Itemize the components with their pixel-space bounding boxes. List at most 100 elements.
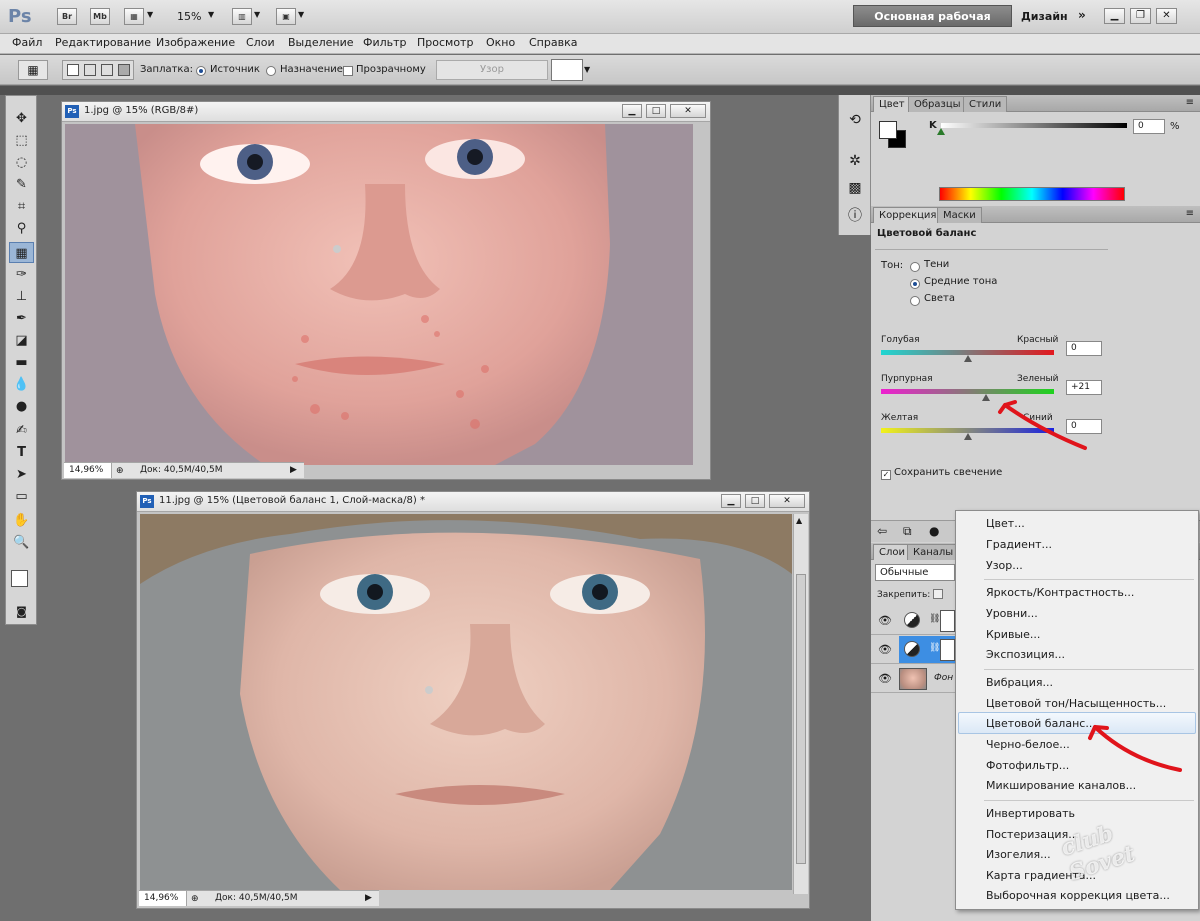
close-button[interactable]: ✕ bbox=[1156, 8, 1177, 24]
lasso-tool-icon[interactable]: ◌ bbox=[9, 152, 34, 173]
midtones-radio[interactable] bbox=[910, 277, 920, 290]
arrange-documents-button[interactable]: ▥ bbox=[232, 8, 252, 25]
return-arrow-icon[interactable]: ⇦ bbox=[877, 524, 887, 538]
pen-tool-icon[interactable]: ✍ bbox=[9, 420, 34, 441]
menu-item-exposure[interactable]: Экспозиция... bbox=[986, 648, 1065, 661]
menu-edit[interactable]: Редактирование bbox=[55, 36, 151, 49]
cyan-red-value[interactable]: 0 bbox=[1066, 341, 1102, 356]
foreground-swatch[interactable] bbox=[879, 121, 897, 139]
shape-tool-icon[interactable]: ▭ bbox=[9, 486, 34, 507]
menu-help[interactable]: Справка bbox=[529, 36, 577, 49]
blend-mode-select[interactable]: Обычные bbox=[875, 564, 955, 581]
k-slider-track[interactable] bbox=[941, 123, 1127, 128]
yellow-blue-thumb[interactable] bbox=[963, 433, 972, 440]
transparent-checkbox[interactable] bbox=[343, 64, 353, 77]
history-brush-tool-icon[interactable]: ✒ bbox=[9, 308, 34, 329]
menu-item-selective-color[interactable]: Выборочная коррекция цвета... bbox=[986, 889, 1170, 902]
chevron-down-icon[interactable]: ▼ bbox=[147, 10, 153, 19]
eye-icon[interactable]: 👁 bbox=[878, 614, 892, 627]
menu-item-curves[interactable]: Кривые... bbox=[986, 628, 1040, 641]
gradient-tool-icon[interactable]: ▬ bbox=[9, 352, 34, 373]
foreground-color-swatch[interactable] bbox=[11, 570, 28, 587]
menu-file[interactable]: Файл bbox=[12, 36, 42, 49]
quick-mask-icon[interactable]: ◙ bbox=[9, 601, 34, 622]
menu-item-levels[interactable]: Уровни... bbox=[986, 607, 1038, 620]
workspace-button[interactable]: Основная рабочая среда bbox=[853, 5, 1012, 45]
tab-masks[interactable]: Маски bbox=[937, 207, 982, 223]
tab-adjustments[interactable]: Коррекция bbox=[873, 207, 943, 223]
chevron-down-icon[interactable]: ▼ bbox=[298, 10, 304, 19]
magenta-green-track[interactable] bbox=[881, 389, 1054, 394]
tab-color[interactable]: Цвет bbox=[873, 96, 911, 112]
layer-row-2[interactable]: 👁 ⛓ bbox=[871, 636, 955, 664]
chevron-down-icon[interactable]: ▼ bbox=[584, 65, 590, 74]
mini-bridge-button[interactable]: Mb bbox=[90, 8, 110, 25]
menu-image[interactable]: Изображение bbox=[156, 36, 235, 49]
menu-item-gradient[interactable]: Градиент... bbox=[986, 538, 1052, 551]
document-1-canvas[interactable] bbox=[65, 124, 693, 465]
dodge-tool-icon[interactable]: ● bbox=[9, 396, 34, 417]
menu-item-black-white[interactable]: Черно-белое... bbox=[986, 738, 1070, 751]
bridge-button[interactable]: Br bbox=[57, 8, 77, 25]
type-tool-icon[interactable]: T bbox=[9, 442, 34, 463]
source-radio-indicator[interactable] bbox=[196, 66, 206, 76]
eraser-tool-icon[interactable]: ◪ bbox=[9, 330, 34, 351]
panel-menu-icon[interactable]: ≡ bbox=[1186, 208, 1194, 219]
destination-radio[interactable] bbox=[266, 64, 276, 77]
visibility-toggle-icon[interactable]: ● bbox=[929, 524, 939, 538]
vertical-scrollbar[interactable]: ▲ bbox=[793, 514, 808, 894]
highlights-radio-indicator[interactable] bbox=[910, 296, 920, 306]
view-extras-button[interactable]: ▦ bbox=[124, 8, 144, 25]
document-2-titlebar[interactable]: Ps 11.jpg @ 15% (Цветовой баланс 1, Слой… bbox=[137, 492, 809, 512]
document-window-1[interactable]: Ps 1.jpg @ 15% (RGB/8#) ▁ □ ✕ 14,96% ⊕ Д… bbox=[61, 101, 711, 480]
patch-tool-icon[interactable]: ▦ bbox=[9, 242, 34, 263]
transparent-checkbox-box[interactable] bbox=[343, 66, 353, 76]
menu-item-vibrance[interactable]: Вибрация... bbox=[986, 676, 1053, 689]
menu-layers[interactable]: Слои bbox=[246, 36, 275, 49]
k-slider-thumb[interactable] bbox=[937, 128, 945, 135]
menu-item-solid-color[interactable]: Цвет... bbox=[986, 517, 1025, 530]
chevron-down-icon[interactable]: ▼ bbox=[254, 10, 260, 19]
menu-item-channel-mixer[interactable]: Микширование каналов... bbox=[986, 779, 1136, 792]
doc1-close-button[interactable]: ✕ bbox=[670, 104, 706, 118]
menu-window[interactable]: Окно bbox=[486, 36, 515, 49]
clip-layer-icon[interactable]: ⧉ bbox=[903, 524, 912, 539]
menu-item-photo-filter[interactable]: Фотофильтр... bbox=[986, 759, 1069, 772]
shadows-radio-indicator[interactable] bbox=[910, 262, 920, 272]
add-selection-icon[interactable] bbox=[84, 64, 96, 76]
layer-row-1[interactable]: 👁 ⛓ bbox=[871, 607, 955, 635]
magenta-green-value[interactable]: +21 bbox=[1066, 380, 1102, 395]
status-info-icon[interactable]: ⊕ bbox=[116, 464, 124, 479]
hand-tool-icon[interactable]: ✋ bbox=[9, 510, 34, 531]
blur-tool-icon[interactable]: 💧 bbox=[9, 374, 34, 395]
source-radio[interactable] bbox=[196, 64, 206, 77]
scroll-up-icon[interactable]: ▲ bbox=[796, 516, 802, 525]
doc1-maximize-button[interactable]: □ bbox=[646, 104, 666, 118]
lock-transparency-icon[interactable] bbox=[933, 589, 943, 599]
doc2-close-button[interactable]: ✕ bbox=[769, 494, 805, 508]
document-2-canvas[interactable] bbox=[140, 514, 792, 890]
tab-swatches[interactable]: Образцы bbox=[908, 96, 967, 112]
screen-mode-button[interactable]: ▣ bbox=[276, 8, 296, 25]
status-info-icon[interactable]: ⊕ bbox=[191, 892, 199, 907]
status-menu-arrow-icon[interactable]: ▶ bbox=[365, 891, 372, 906]
yellow-blue-value[interactable]: 0 bbox=[1066, 419, 1102, 434]
doc1-minimize-button[interactable]: ▁ bbox=[622, 104, 642, 118]
menu-item-posterize[interactable]: Постеризация... bbox=[986, 828, 1079, 841]
minimize-button[interactable]: ▁ bbox=[1104, 8, 1125, 24]
layer-mask-thumbnail[interactable] bbox=[940, 610, 955, 632]
tab-styles[interactable]: Стили bbox=[963, 96, 1008, 112]
menu-item-pattern[interactable]: Узор... bbox=[986, 559, 1023, 572]
menu-item-gradient-map[interactable]: Карта градиента... bbox=[986, 869, 1096, 882]
info-panel-icon[interactable]: ⓘ bbox=[843, 205, 867, 227]
navigator-panel-icon[interactable]: ✲ bbox=[843, 150, 867, 172]
chevron-down-icon[interactable]: ▼ bbox=[208, 10, 214, 19]
history-panel-icon[interactable]: ⟲ bbox=[843, 109, 867, 131]
cyan-red-thumb[interactable] bbox=[963, 355, 972, 362]
new-selection-icon[interactable] bbox=[67, 64, 79, 76]
menu-item-color-balance[interactable]: Цветовой баланс... bbox=[986, 717, 1096, 730]
preserve-check-icon[interactable]: ✓ bbox=[881, 470, 891, 480]
marquee-tool-icon[interactable]: ⬚ bbox=[9, 130, 34, 151]
intersect-selection-icon[interactable] bbox=[118, 64, 130, 76]
status-menu-arrow-icon[interactable]: ▶ bbox=[290, 463, 297, 478]
